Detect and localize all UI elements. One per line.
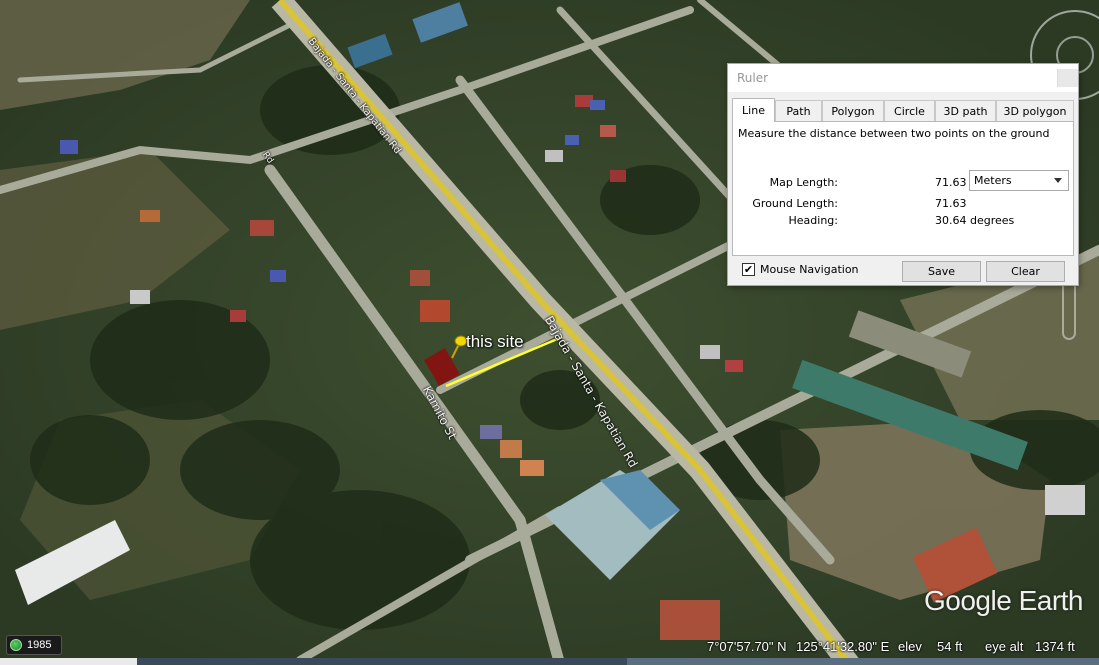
placemark-label[interactable]: this site [466,332,524,352]
ruler-footer: ✔ Mouse Navigation Save Clear [732,260,1074,284]
status-bar: 7°07'57.70" N 125°41'32.80" E elev 54 ft… [0,633,1099,658]
progress-segment-dark [0,658,137,665]
streaming-progress-bar [0,658,1099,665]
progress-segment-light [627,658,1099,665]
units-selected: Meters [974,174,1012,187]
save-button[interactable]: Save [902,261,981,282]
latitude-readout: 7°07'57.70" N [707,639,787,654]
map-length-label: Map Length: [769,176,838,189]
tab-line[interactable]: Line [732,98,775,122]
tab-path[interactable]: Path [775,100,822,121]
eye-alt-label: eye alt [985,639,1024,654]
close-icon[interactable] [1057,69,1078,87]
eye-alt-value: 1374 ft [1035,639,1075,654]
ruler-tabs: Line Path Polygon Circle 3D path 3D poly… [732,98,1074,122]
tab-circle[interactable]: Circle [884,100,935,121]
ruler-line-panel: Measure the distance between two points … [732,121,1074,256]
elev-value: 54 ft [937,639,963,654]
ruler-dialog[interactable]: Ruler Line Path Polygon Circle 3D path 3… [727,63,1079,286]
ruler-title: Ruler [737,71,769,85]
checkmark-icon[interactable]: ✔ [742,263,755,276]
chevron-down-icon [1054,178,1062,183]
ground-length-value: 71.63 [935,197,967,210]
tab-3d-path[interactable]: 3D path [935,100,996,121]
google-earth-watermark: Google Earth [924,585,1084,616]
units-select[interactable]: Meters [969,170,1069,191]
heading-label: Heading: [788,214,838,227]
mouse-navigation-label: Mouse Navigation [760,263,859,276]
mouse-navigation-checkbox[interactable]: ✔ Mouse Navigation [742,263,859,276]
ruler-titlebar[interactable]: Ruler [728,64,1078,92]
tab-polygon[interactable]: Polygon [822,100,884,121]
ground-length-label: Ground Length: [752,197,838,210]
progress-segment-blue [137,658,627,665]
tab-3d-polygon[interactable]: 3D polygon [996,100,1074,121]
clear-button[interactable]: Clear [986,261,1065,282]
elev-label: elev [898,639,922,654]
ruler-description: Measure the distance between two points … [738,127,1050,140]
longitude-readout: 125°41'32.80" E [796,639,890,654]
heading-value: 30.64 degrees [935,214,1015,227]
map-length-value: 71.63 [935,176,967,189]
